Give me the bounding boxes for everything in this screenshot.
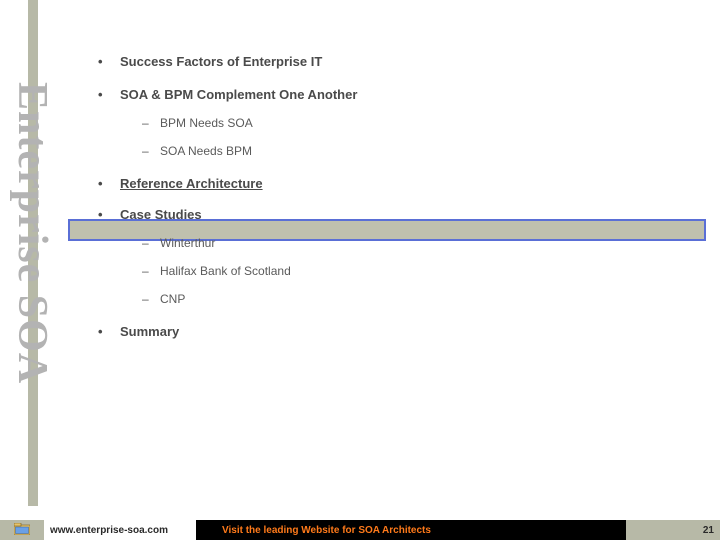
outline-item: • Case Studies – Winterthur – Halifax Ba…: [98, 207, 698, 306]
bullet-icon: •: [98, 324, 120, 339]
outline-subitem: – BPM Needs SOA: [142, 116, 698, 130]
outline-item: • SOA & BPM Complement One Another – BPM…: [98, 87, 698, 158]
outline-sublabel: CNP: [160, 292, 185, 306]
outline-label: Success Factors of Enterprise IT: [120, 54, 322, 69]
dash-icon: –: [142, 116, 160, 130]
dash-icon: –: [142, 292, 160, 306]
outline-label: Summary: [120, 324, 179, 339]
footer-tagline: Visit the leading Website for SOA Archit…: [196, 520, 626, 540]
outline-sublabel: Halifax Bank of Scotland: [160, 264, 291, 278]
bullet-icon: •: [98, 87, 120, 102]
outline-subitem: – CNP: [142, 292, 698, 306]
outline-item-highlighted: • Reference Architecture: [98, 176, 698, 191]
outline-label: SOA & BPM Complement One Another: [120, 87, 357, 102]
footer: www.enterprise-soa.com Visit the leading…: [0, 506, 720, 540]
footer-url[interactable]: www.enterprise-soa.com: [44, 520, 196, 540]
folder-icon: [14, 523, 30, 535]
outline-label: Reference Architecture: [120, 176, 263, 191]
outline-sublabel: SOA Needs BPM: [160, 144, 252, 158]
outline-label: Case Studies: [120, 207, 202, 222]
vertical-title: Enterprise SOA: [8, 82, 56, 384]
outline-sublabel: Winterthur: [160, 236, 215, 250]
dash-icon: –: [142, 264, 160, 278]
outline-subitem: – Winterthur: [142, 236, 698, 250]
bullet-icon: •: [98, 207, 120, 222]
outline-subitem: – Halifax Bank of Scotland: [142, 264, 698, 278]
bullet-icon: •: [98, 176, 120, 191]
dash-icon: –: [142, 236, 160, 250]
outline-item: • Success Factors of Enterprise IT: [98, 54, 698, 69]
bullet-icon: •: [98, 54, 120, 69]
outline-subitem: – SOA Needs BPM: [142, 144, 698, 158]
outline-item: • Summary: [98, 324, 698, 339]
outline-sublabel: BPM Needs SOA: [160, 116, 253, 130]
slide: Enterprise SOA • Success Factors of Ente…: [0, 0, 720, 540]
dash-icon: –: [142, 144, 160, 158]
page-number: 21: [703, 520, 714, 540]
outline: • Success Factors of Enterprise IT • SOA…: [98, 54, 698, 357]
